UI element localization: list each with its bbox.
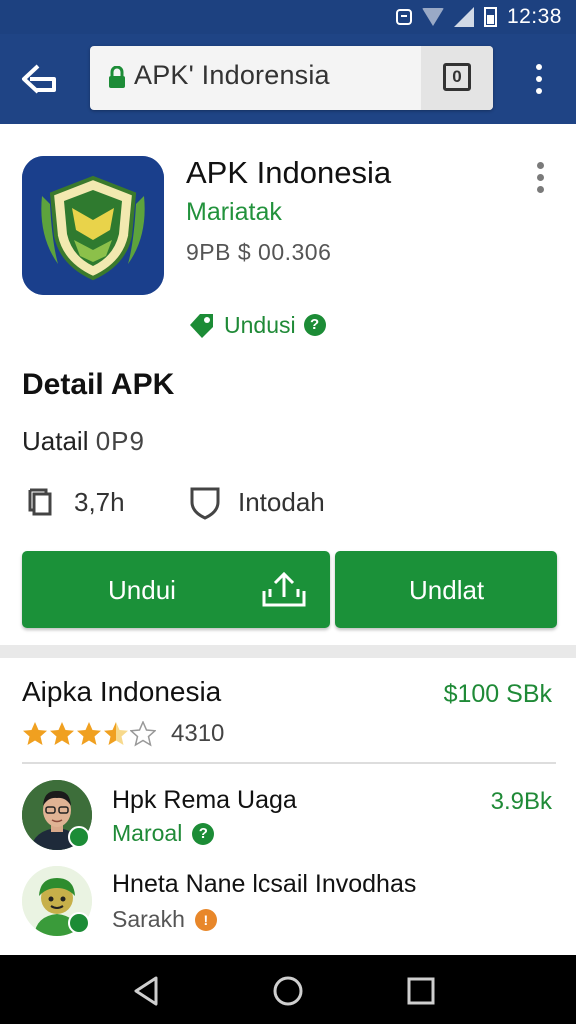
- download-button-label: Undui: [108, 575, 176, 605]
- message-icon: [395, 9, 412, 25]
- tag-icon: [190, 314, 213, 338]
- download-link[interactable]: Undusi ?: [186, 308, 326, 342]
- nav-home-button[interactable]: [271, 975, 305, 1007]
- list-item[interactable]: Hpk Rema Uaga Maroal ? 3.9Bk: [0, 778, 576, 858]
- nav-home-icon: [273, 976, 303, 1006]
- signal-icon: [453, 7, 474, 27]
- verified-badge-icon: [68, 912, 90, 934]
- browser-toolbar: APK' Indorensia 0: [0, 34, 576, 124]
- wifi-icon: [421, 8, 444, 26]
- card-more-button[interactable]: [530, 160, 550, 193]
- nav-recents-button[interactable]: [404, 975, 438, 1007]
- status-bar: 12:38: [0, 0, 576, 34]
- stat-security-value: Intodah: [238, 486, 325, 517]
- app-developer[interactable]: Mariatak: [186, 198, 282, 227]
- stat-downloads-value: 3,7h: [74, 486, 125, 517]
- system-nav-bar: [0, 955, 576, 1024]
- list-item-title: Hpk Rema Uaga: [112, 786, 297, 814]
- verified-badge-icon: [68, 826, 90, 848]
- list-divider: [22, 762, 556, 764]
- list-item-subtitle: Maroal: [112, 820, 183, 846]
- section-divider: [0, 645, 576, 658]
- list-item-subtitle-row: Sarakh !: [112, 906, 217, 933]
- detail-line-version: 0P9: [95, 426, 145, 456]
- star-empty-icon: [130, 721, 156, 747]
- list-item[interactable]: Hneta Nane lcsail Invodhas Sarakh !: [0, 864, 576, 944]
- update-button-label: Undlat: [409, 575, 485, 605]
- tabs-icon: 0: [443, 63, 471, 91]
- battery-icon: [483, 7, 497, 27]
- nav-back-icon: [134, 976, 158, 1006]
- star-half-icon: [104, 722, 128, 745]
- app-meta: 9PB $ 00.306: [186, 239, 332, 265]
- star-full-icon: [23, 722, 47, 745]
- help-icon[interactable]: ?: [192, 822, 215, 845]
- rating-count: 4310: [171, 720, 225, 747]
- help-icon[interactable]: ?: [303, 314, 326, 336]
- nav-back-button[interactable]: [130, 975, 164, 1007]
- alert-icon[interactable]: !: [194, 908, 217, 931]
- detail-line: Uatail 0P9: [22, 426, 145, 457]
- stat-downloads: 3,7h: [22, 482, 125, 522]
- rating-stars: 4310: [22, 718, 224, 750]
- list-item-price: 3.9Bk: [490, 788, 552, 815]
- tabs-button[interactable]: 0: [421, 46, 493, 110]
- shield-outline-icon: [190, 487, 220, 520]
- star-full-icon: [50, 722, 74, 745]
- list-item-subtitle-row: Maroal ?: [112, 820, 215, 847]
- update-button[interactable]: Undlat: [335, 551, 557, 628]
- stat-security: Intodah: [188, 482, 325, 522]
- app-title: APK Indonesia: [186, 155, 392, 190]
- url-text: APK' Indorensia: [134, 60, 330, 90]
- app-icon[interactable]: [22, 156, 164, 295]
- list-item-title: Hneta Nane lcsail Invodhas: [112, 870, 417, 898]
- address-bar[interactable]: APK' Indorensia 0: [90, 46, 493, 110]
- lock-icon: [109, 66, 125, 88]
- download-button[interactable]: Undui: [22, 551, 330, 628]
- more-vert-icon: [537, 162, 544, 169]
- overflow-menu-button[interactable]: [526, 62, 552, 96]
- status-time: 12:38: [506, 5, 562, 28]
- upload-icon: [262, 571, 306, 607]
- back-icon: [22, 64, 56, 94]
- copy-icon: [28, 488, 52, 516]
- overflow-menu-icon: [536, 64, 542, 70]
- download-link-label: Undusi: [224, 311, 296, 338]
- star-full-icon: [77, 722, 101, 745]
- listing-price: $100 SBk: [443, 680, 552, 708]
- shield-logo-icon: [22, 156, 164, 295]
- listing-title[interactable]: Aipka Indonesia: [22, 676, 221, 708]
- detail-line-label: Uatail: [22, 426, 89, 456]
- list-item-subtitle: Sarakh: [112, 906, 185, 932]
- back-button[interactable]: [20, 62, 60, 96]
- nav-recents-icon: [407, 977, 435, 1005]
- detail-heading: Detail APK: [22, 368, 175, 401]
